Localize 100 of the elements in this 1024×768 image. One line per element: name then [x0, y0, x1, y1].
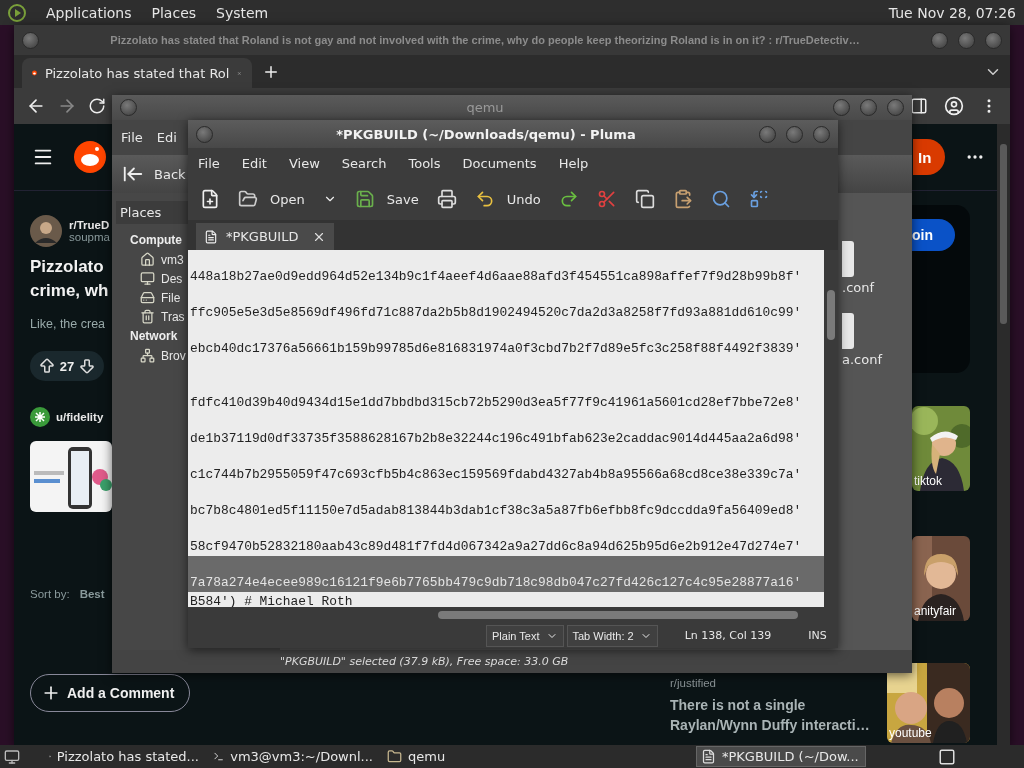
post-title: Pizzolato crime, wh — [30, 256, 109, 302]
window-button[interactable] — [813, 125, 830, 143]
places-header[interactable]: Places — [116, 201, 188, 224]
scrollbar[interactable] — [824, 250, 838, 607]
menu-item[interactable]: Edi — [156, 130, 177, 145]
avatar — [30, 215, 62, 247]
thumbnail-caption: anityfair — [914, 604, 957, 618]
window-button[interactable] — [860, 99, 877, 116]
sort-label: Sort by: — [30, 588, 70, 600]
new-file-icon — [200, 189, 220, 209]
window-title: *PKGBUILD (~/Downloads/qemu) - Pluma — [335, 126, 637, 142]
status-text: "PKGBUILD" selected (37.9 kB), Free space: 33.0 GB — [280, 655, 569, 668]
side-panel-icon[interactable] — [910, 97, 928, 115]
workspace-icon[interactable] — [938, 747, 956, 766]
scrollbar[interactable] — [997, 124, 1010, 745]
language-dropdown[interactable]: Plain Text — [486, 624, 564, 647]
back-button[interactable]: Back — [122, 163, 186, 185]
scissors-icon — [596, 189, 617, 209]
sidebar-item[interactable]: File — [116, 288, 188, 307]
show-desktop-icon[interactable] — [4, 748, 20, 765]
sidebar-item[interactable]: Des — [116, 269, 188, 288]
window-button[interactable] — [786, 125, 803, 143]
menu-item[interactable]: Tools — [408, 155, 441, 171]
insert-mode: INS — [808, 629, 827, 642]
window-button[interactable] — [887, 99, 904, 116]
subreddit-name[interactable]: r/TrueD — [69, 219, 110, 231]
toolbar-button[interactable]: Undo — [472, 187, 543, 211]
code-line: 448a18b27ae0d9edd964d52e134b9c1f4aeef4d6aae88afd3f454551ca898affef7f9d28b99b8f' — [189, 268, 803, 286]
window-title: qemu — [465, 100, 505, 115]
profile-icon[interactable] — [944, 96, 964, 116]
window-button[interactable] — [958, 31, 975, 49]
document-icon — [701, 749, 716, 764]
login-button[interactable]: In — [913, 139, 945, 175]
menu-item[interactable]: Edit — [241, 155, 267, 171]
document-icon — [204, 229, 218, 244]
taskbar-item[interactable]: Pizzolato has stated... — [44, 746, 204, 767]
network-icon — [140, 348, 155, 363]
toolbar-button[interactable]: Save — [352, 187, 421, 211]
sidebar-item[interactable]: Brov — [116, 346, 188, 365]
menu-item[interactable]: Help — [558, 155, 589, 171]
join-button[interactable]: oin — [912, 219, 955, 251]
folder-icon — [387, 749, 402, 764]
subreddit-name[interactable]: r/justified — [670, 677, 717, 689]
reload-icon[interactable] — [88, 97, 106, 115]
save-icon — [354, 189, 375, 209]
window-button[interactable] — [120, 99, 137, 116]
window-button[interactable] — [759, 125, 776, 143]
sidebar-item[interactable]: vm3 — [116, 250, 188, 269]
menu-item[interactable]: File — [121, 130, 143, 145]
window-button[interactable] — [833, 99, 850, 116]
sidebar-item[interactable]: Tras — [116, 307, 188, 326]
home-icon — [140, 252, 155, 267]
code-line: 58cf9470b52832180aab43c89d481f7fd4d067342a9a27dd6c8a94d625b95d6e2b912e47d274e7' — [189, 538, 803, 556]
advertiser-name[interactable]: u/fidelity — [56, 411, 104, 423]
code-line: de1b37119d0df33735f3588628167b2b8e32244c196c491bfab623e2caddac9014d445aa2a6d98' — [189, 430, 803, 448]
desktop-icon — [140, 271, 155, 286]
menu-item[interactable]: Documents — [462, 155, 537, 171]
drive-icon — [140, 290, 155, 305]
panel-menu[interactable]: Applications — [46, 4, 132, 21]
file-name[interactable]: .conf — [842, 280, 912, 295]
thumbnail-caption: tiktok — [914, 474, 942, 488]
document-tab[interactable]: *PKGBUILD — [196, 223, 334, 250]
username[interactable]: soupma — [69, 231, 110, 243]
taskbar-item[interactable]: vm3@vm3:~/Downl... — [208, 746, 378, 767]
panel-menu[interactable]: Places — [151, 4, 197, 21]
tab-width-dropdown[interactable]: Tab Width: 2 — [566, 624, 658, 647]
related-post-title[interactable]: There is not a single Raylan/Wynn Duffy interacti… — [670, 695, 870, 735]
post-body: Like, the crea — [30, 317, 106, 331]
undo-icon — [474, 189, 495, 209]
vote-count: 27 — [59, 358, 75, 374]
window-button[interactable] — [931, 31, 948, 49]
trash-icon — [140, 309, 155, 324]
printer-icon — [436, 189, 457, 209]
menu-item[interactable]: Search — [341, 155, 387, 171]
browser-tab[interactable]: Pizzolato has stated that Rol — [22, 58, 252, 88]
cursor-position: Ln 138, Col 139 — [684, 629, 772, 642]
scrollbar[interactable] — [188, 607, 838, 623]
code-line: bc7b8c4801ed5f11150e7d5adab813844b3dab1cf38c3a5a87fb6efbb8fc9dccdda9fa56409ed8' — [189, 502, 803, 520]
upvote-icon[interactable] — [37, 357, 56, 375]
downvote-icon[interactable] — [78, 357, 97, 375]
menu-item[interactable]: View — [288, 155, 320, 171]
section-label: Network — [130, 328, 178, 345]
panel-menu[interactable]: System — [216, 4, 269, 21]
window-button[interactable] — [22, 31, 39, 49]
window-button[interactable] — [985, 31, 1002, 49]
logo-icon[interactable] — [8, 3, 26, 22]
thumbnail-caption: youtube — [889, 726, 932, 740]
taskbar-item[interactable]: qemu — [382, 746, 542, 767]
file-name[interactable]: a.conf — [842, 352, 912, 367]
taskbar-item[interactable]: *PKGBUILD (~/Dow... — [696, 746, 866, 767]
code-line: ffc905e5e3d5e8569df496fd71c887da2b5b8d1902494520c7da2d3a8258f7fd93a881dd610c99' — [189, 304, 803, 322]
menu-item[interactable]: File — [198, 155, 220, 171]
window-button[interactable] — [196, 125, 213, 143]
toolbar-button[interactable]: Open — [236, 187, 307, 211]
section-label: Compute — [130, 232, 182, 249]
sort-dropdown[interactable]: Best — [79, 588, 105, 600]
clock[interactable]: Tue Nov 28, 07:26 — [888, 4, 1016, 21]
alien-logo[interactable] — [74, 141, 106, 173]
folder-icon — [238, 189, 258, 209]
search-icon — [710, 189, 731, 209]
